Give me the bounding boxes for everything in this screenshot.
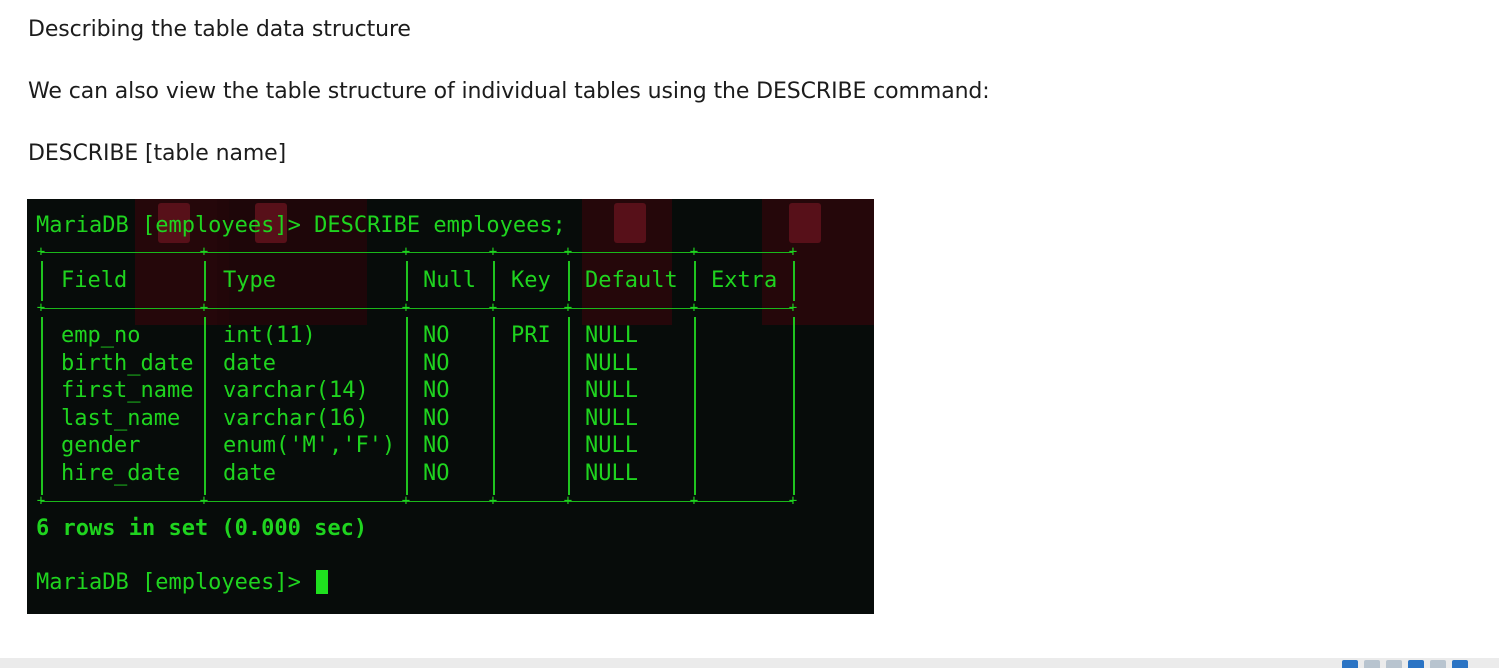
ghost-database-icon [614, 203, 646, 243]
table-cell-default: NULL [585, 350, 638, 376]
column-header: Key [511, 268, 551, 293]
ghost-database-icon [789, 203, 821, 243]
table-cell-key: PRI [511, 323, 551, 348]
table-border-joint: + [401, 493, 411, 509]
status-bar [0, 658, 1499, 668]
table-cell-null: NO [423, 323, 450, 348]
table-border-joint: + [689, 493, 699, 509]
window-icon[interactable] [1452, 660, 1468, 668]
table-cell-null: NO [423, 378, 450, 403]
table-cell-field: first_name [61, 378, 194, 403]
table-cell-default: NULL [585, 323, 638, 348]
table-border-rule [41, 252, 793, 253]
table-column-separator [793, 317, 795, 495]
page: Describing the table data structure We c… [0, 0, 1499, 668]
table-cell-field: last_name [61, 405, 181, 431]
table-cell-null: NO [423, 433, 450, 458]
table-border-joint: + [689, 300, 699, 316]
section-heading: Describing the table data structure [28, 17, 411, 42]
table-column-separator [694, 261, 696, 301]
terminal-screenshot: MariaDB [employees]> DESCRIBE employees;… [27, 199, 874, 614]
disk-icon[interactable] [1364, 660, 1380, 668]
network-icon[interactable] [1342, 660, 1358, 668]
intro-paragraph: We can also view the table structure of … [28, 79, 990, 104]
table-cell-default: NULL [585, 405, 638, 431]
table-cell-default: NULL [585, 460, 638, 486]
column-header: Type [223, 268, 276, 293]
column-header: Default [585, 268, 678, 293]
table-column-separator [204, 317, 206, 495]
table-border-joint: + [488, 493, 498, 509]
table-column-separator [406, 317, 408, 495]
table-border-joint: + [488, 300, 498, 316]
table-column-separator [41, 261, 43, 301]
table-border-joint: + [401, 244, 411, 260]
table-cell-default: NULL [585, 378, 638, 403]
column-header: Null [423, 268, 476, 293]
table-column-separator [694, 317, 696, 495]
cursor-block [316, 570, 329, 594]
result-summary: 6 rows in set (0.000 sec) [36, 516, 368, 541]
table-cell-default: NULL [585, 433, 638, 458]
table-border-joint: + [199, 244, 209, 260]
prompt-text: MariaDB [employees]> [36, 570, 315, 595]
table-border-joint: + [36, 300, 46, 316]
table-border-joint: + [689, 244, 699, 260]
table-border-joint: + [788, 493, 798, 509]
command-line: MariaDB [employees]> DESCRIBE employees; [36, 213, 566, 238]
display-icon[interactable] [1386, 660, 1402, 668]
table-cell-type: varchar(14) [223, 378, 369, 403]
table-column-separator [41, 317, 43, 495]
table-border-joint: + [488, 244, 498, 260]
table-column-separator [493, 261, 495, 301]
table-border-joint: + [36, 244, 46, 260]
table-cell-null: NO [423, 460, 450, 486]
usb-icon[interactable] [1408, 660, 1424, 668]
table-border-joint: + [563, 300, 573, 316]
table-border-joint: + [401, 300, 411, 316]
table-column-separator [204, 261, 206, 301]
system-tray [1342, 660, 1468, 668]
table-column-separator [568, 317, 570, 495]
table-border-joint: + [563, 493, 573, 509]
table-cell-type: date [223, 460, 276, 486]
table-cell-field: emp_no [61, 323, 141, 348]
table-column-separator [568, 261, 570, 301]
table-border-joint: + [788, 300, 798, 316]
table-border-joint: + [199, 300, 209, 316]
table-cell-type: int(11) [223, 323, 316, 348]
table-cell-field: birth_date [61, 350, 194, 376]
table-cell-null: NO [423, 405, 450, 431]
table-column-separator [406, 261, 408, 301]
table-cell-field: gender [61, 433, 141, 458]
table-border-rule [41, 308, 793, 309]
prompt-line: MariaDB [employees]> [36, 569, 329, 596]
table-border-rule [41, 501, 793, 502]
table-border-joint: + [199, 493, 209, 509]
table-border-joint: + [36, 493, 46, 509]
table-border-joint: + [788, 244, 798, 260]
table-column-separator [493, 317, 495, 495]
syntax-paragraph: DESCRIBE [table name] [28, 141, 287, 166]
table-cell-type: enum('M','F') [223, 433, 396, 458]
audio-icon[interactable] [1430, 660, 1446, 668]
column-header: Field [61, 268, 128, 293]
table-cell-field: hire_date [61, 460, 181, 486]
table-cell-type: varchar(16) [223, 405, 369, 431]
table-cell-null: NO [423, 350, 450, 376]
table-cell-type: date [223, 350, 276, 376]
table-column-separator [793, 261, 795, 301]
table-border-joint: + [563, 244, 573, 260]
column-header: Extra [711, 268, 778, 293]
